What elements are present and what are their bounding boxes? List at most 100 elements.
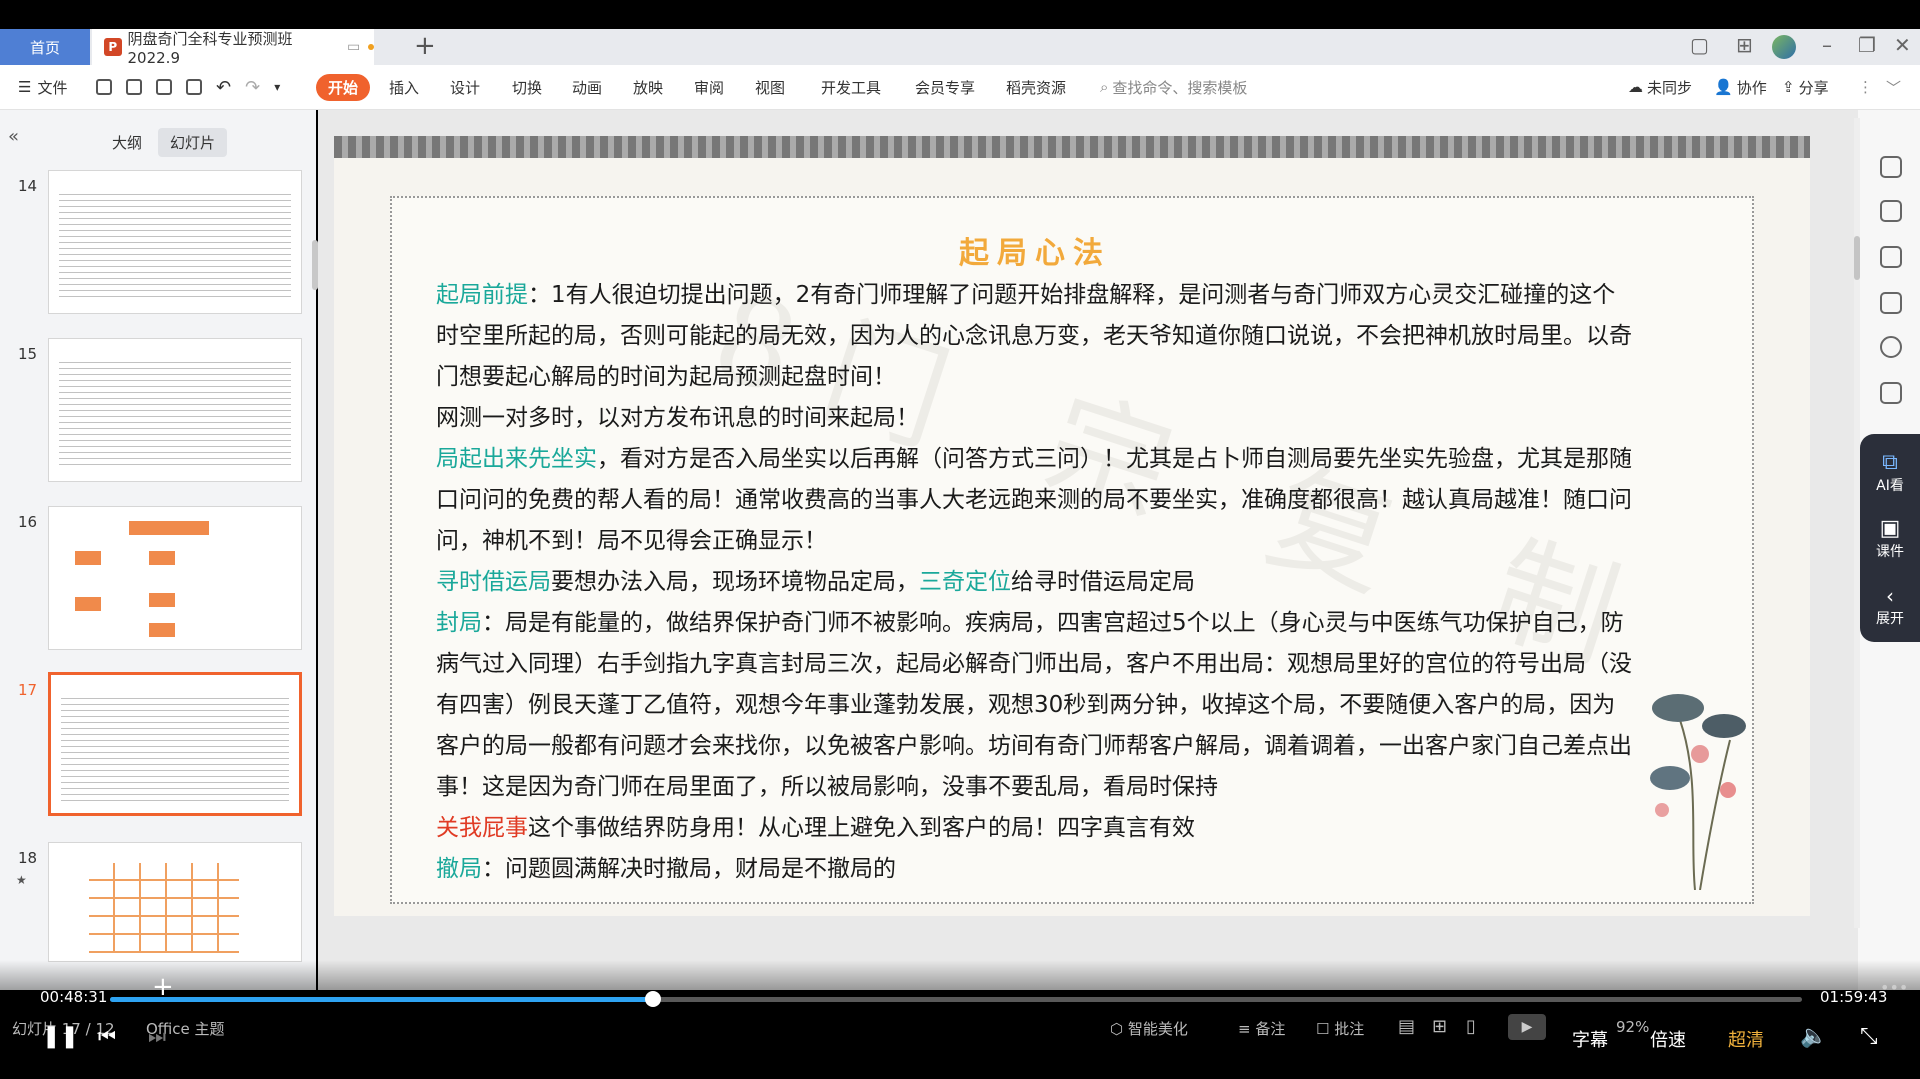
courseware-button[interactable]: ▣ 课件 — [1860, 516, 1920, 561]
print-icon[interactable] — [156, 79, 172, 95]
thumbnail-number: 17 — [18, 681, 38, 699]
speed-button[interactable]: 倍速 — [1650, 1026, 1686, 1052]
courseware-label: 课件 — [1876, 544, 1904, 560]
export-icon[interactable] — [126, 79, 142, 95]
more-icon[interactable]: ⋮ — [1858, 65, 1873, 109]
next-icon[interactable]: ⏭ — [148, 1024, 166, 1048]
minimize-icon[interactable]: – — [1822, 33, 1832, 57]
tab-outline[interactable]: 大纲 — [100, 128, 154, 157]
notes-label: 备注 — [1255, 1020, 1286, 1038]
avatar[interactable] — [1772, 35, 1796, 59]
ribbon-tab-member[interactable]: 会员专享 — [915, 65, 975, 109]
notes-icon: ≡ — [1238, 1020, 1256, 1038]
tab-home[interactable]: 首页 — [0, 29, 90, 65]
tab-document[interactable]: P 阴盘奇门全科专业预测班2022.9 ▭ — [92, 29, 374, 67]
lotus-decoration — [1650, 694, 1746, 890]
decorative-border — [334, 136, 1810, 158]
slide-thumbnail[interactable] — [48, 170, 302, 314]
preview-icon[interactable] — [186, 79, 202, 95]
new-tab-button[interactable]: + — [414, 31, 436, 61]
settings-sliders-icon[interactable] — [1880, 200, 1902, 222]
normal-view-icon[interactable]: ▤ — [1398, 1016, 1415, 1037]
comment-icon: ☐ — [1316, 1020, 1335, 1038]
ribbon-tab-start[interactable]: 开始 — [316, 65, 371, 109]
label-green: 起局前提 — [436, 282, 528, 308]
cloud-icon: ☁ — [1628, 78, 1643, 96]
ribbon-tab-animation[interactable]: 动画 — [572, 65, 602, 109]
ribbon-tab-design[interactable]: 设计 — [450, 65, 480, 109]
redo-icon[interactable]: ↷ — [245, 77, 260, 98]
ribbon-tab-transition[interactable]: 切换 — [512, 65, 542, 109]
thumbnail-number: 15 — [18, 345, 38, 363]
star-outline-icon[interactable] — [1880, 246, 1902, 268]
restore-icon[interactable]: ❐ — [1858, 33, 1876, 57]
slide-title: 起局心法 — [959, 236, 1111, 271]
share-label: 分享 — [1798, 78, 1829, 97]
layout-icon[interactable]: ▢ — [1690, 33, 1709, 57]
top-black-bar — [0, 0, 1920, 29]
sorter-view-icon[interactable]: ⊞ — [1432, 1016, 1447, 1037]
thumbnail-number: 16 — [18, 513, 38, 531]
grid-icon[interactable]: ⊞ — [1736, 33, 1753, 57]
collab-button[interactable]: 👤 协作 — [1714, 65, 1767, 109]
command-search[interactable]: ⌕ 查找命令、搜索模板 — [1100, 65, 1247, 109]
search-icon: ⌕ — [1100, 78, 1109, 96]
subtitle-button[interactable]: 字幕 — [1572, 1026, 1608, 1052]
ribbon-tab-view[interactable]: 视图 — [755, 65, 785, 109]
ribbon-tab-developer[interactable]: 开发工具 — [821, 65, 881, 109]
paragraph-text: ：局是有能量的，做结界保护奇门师不被影响。疾病局，四害宫超过5个以上（身心灵与中… — [436, 610, 1632, 800]
slide-thumbnail[interactable] — [48, 338, 302, 482]
help-icon[interactable] — [1880, 336, 1902, 358]
quick-access-toolbar: ↶ ↷ ▾ — [96, 65, 280, 109]
fullscreen-exit-icon[interactable]: ⤡ — [1860, 1024, 1878, 1049]
paragraph-text: ，看对方是否入局坐实以后再解（问答方式三问）！尤其是占卜师自测局要先坐实先验盘，… — [436, 446, 1632, 554]
rocket-icon[interactable] — [1880, 156, 1902, 178]
comments-label: 批注 — [1334, 1020, 1365, 1038]
star-icon: ★ — [16, 873, 27, 887]
slide-body: 起局前提：1有人很迫切提出问题，2有奇门师理解了问题开始排盘解释，是问测者与奇门… — [436, 275, 1636, 890]
beautify-button[interactable]: ⬡ 智能美化 — [1110, 1018, 1188, 1039]
progress-knob[interactable] — [645, 991, 662, 1007]
volume-icon[interactable]: 🔈 — [1800, 1024, 1827, 1049]
customize-chevron-icon[interactable]: ▾ — [274, 80, 280, 94]
total-time: 01:59:43 — [1820, 988, 1888, 1006]
paragraph-text: ：问题圆满解决时撤局，财局是不撤局的 — [482, 856, 896, 882]
slide-thumbnail[interactable] — [48, 842, 302, 962]
file-menu[interactable]: ☰ 文件 — [18, 65, 67, 109]
copy-icon[interactable] — [1880, 292, 1902, 314]
expand-label: 展开 — [1876, 611, 1904, 627]
slide-thumbnail-selected[interactable] — [48, 672, 302, 816]
tab-slides[interactable]: 幻灯片 — [158, 128, 228, 157]
save-icon[interactable] — [96, 79, 112, 95]
more-dots-icon[interactable]: ••• — [1880, 978, 1908, 997]
share-button[interactable]: ⇪ 分享 — [1782, 65, 1829, 109]
ribbon-tab-slideshow[interactable]: 放映 — [633, 65, 663, 109]
undo-icon[interactable]: ↶ — [216, 77, 231, 98]
pause-icon[interactable]: ❚❚ — [42, 1024, 79, 1049]
canvas-scroll-thumb[interactable] — [1854, 236, 1860, 280]
zoom-level: 92% — [1616, 1018, 1650, 1036]
comments-button[interactable]: ☐ 批注 — [1316, 1018, 1364, 1039]
expand-button[interactable]: ‹ 展开 — [1860, 584, 1920, 628]
menu-icon: ☰ — [18, 78, 32, 96]
ribbon-tab-review[interactable]: 审阅 — [694, 65, 724, 109]
play-slideshow-icon[interactable]: ▶ — [1508, 1014, 1546, 1040]
ribbon-tab-insert[interactable]: 插入 — [389, 65, 419, 109]
paragraph-text: ：1有人很迫切提出问题，2有奇门师理解了问题开始排盘解释，是问测者与奇门师双方心… — [436, 282, 1632, 390]
label-green: 局起出来先坐实 — [436, 446, 597, 472]
ribbon-tab-docer[interactable]: 稻壳资源 — [1006, 65, 1066, 109]
slide-thumbnail[interactable] — [48, 506, 302, 650]
close-icon[interactable]: ✕ — [1894, 33, 1911, 57]
document-title: 阴盘奇门全科专业预测班2022.9 — [127, 29, 293, 67]
sync-button[interactable]: ☁ 未同步 — [1628, 65, 1692, 109]
notes-button[interactable]: ≡ 备注 — [1238, 1018, 1285, 1039]
ai-view-button[interactable]: ⧉ AI看 — [1860, 450, 1920, 495]
previous-icon[interactable]: ⏮ — [98, 1024, 116, 1048]
quality-button[interactable]: 超清 — [1728, 1026, 1764, 1052]
monitor-icon: ▭ — [346, 39, 361, 55]
label-green: 封局 — [436, 610, 482, 636]
collapse-ribbon-icon[interactable]: ﹀ — [1886, 65, 1901, 109]
image-edit-icon[interactable] — [1880, 382, 1902, 404]
reading-view-icon[interactable]: ▯ — [1466, 1016, 1476, 1037]
collapse-panel-icon[interactable]: « — [8, 126, 19, 147]
